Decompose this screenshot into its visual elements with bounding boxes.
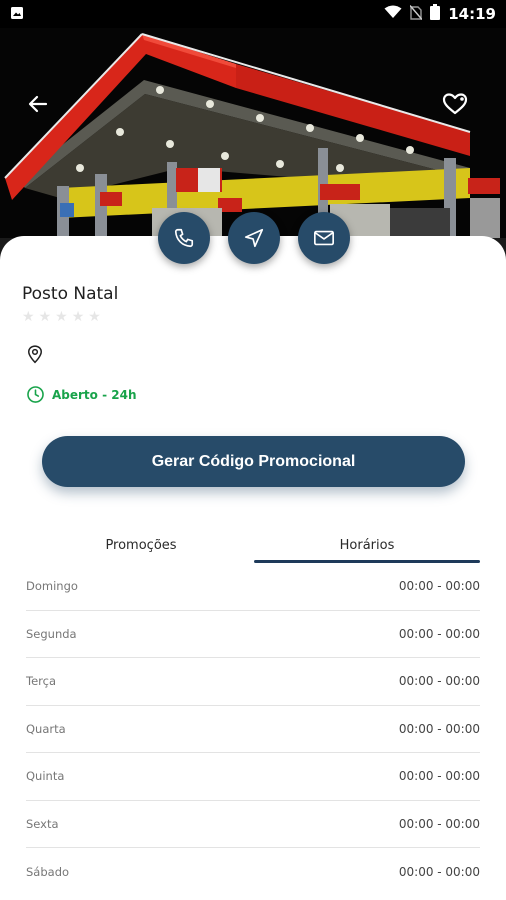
schedule-day: Segunda <box>26 626 77 641</box>
schedule-day: Quarta <box>26 721 66 736</box>
schedule-row: Quarta 00:00 - 00:00 <box>26 706 480 753</box>
arrow-left-icon <box>28 95 48 113</box>
tab-hours[interactable]: Horários <box>254 528 480 563</box>
schedule-list: Domingo 00:00 - 00:00 Segunda 00:00 - 00… <box>26 563 480 896</box>
star-icon: ★ <box>55 309 68 325</box>
schedule-row: Sexta 00:00 - 00:00 <box>26 801 480 848</box>
status-bar: 14:19 <box>0 0 506 28</box>
status-left <box>10 5 24 24</box>
heart-icon <box>442 93 468 115</box>
schedule-row: Terça 00:00 - 00:00 <box>26 658 480 706</box>
call-button[interactable] <box>158 212 210 264</box>
schedule-row: Domingo 00:00 - 00:00 <box>26 563 480 611</box>
star-icon: ★ <box>88 309 101 325</box>
star-icon: ★ <box>71 309 85 325</box>
navigation-icon <box>244 228 264 248</box>
tab-promotions[interactable]: Promoções <box>28 528 254 563</box>
hours-text: Aberto - 24h <box>52 387 137 402</box>
schedule-range: 00:00 - 00:00 <box>398 674 480 689</box>
no-sim-icon <box>409 4 423 24</box>
rating-stars: ★ ★ ★ ★ ★ <box>22 309 101 325</box>
favorite-button[interactable] <box>442 92 480 130</box>
schedule-day: Terça <box>26 674 56 689</box>
schedule-day: Sexta <box>26 816 59 831</box>
wifi-icon <box>384 5 402 23</box>
schedule-day: Quinta <box>26 769 65 784</box>
opening-hours: Aberto - 24h <box>26 385 137 404</box>
schedule-range: 00:00 - 00:00 <box>398 626 480 641</box>
mail-icon <box>314 230 334 246</box>
tab-bar: Promoções Horários <box>28 528 480 563</box>
schedule-day: Sábado <box>26 864 70 879</box>
schedule-range: 00:00 - 00:00 <box>398 769 480 784</box>
back-button[interactable] <box>28 94 64 130</box>
schedule-row: Sábado 00:00 - 00:00 <box>26 848 480 896</box>
status-time: 14:19 <box>448 5 496 23</box>
schedule-day: Domingo <box>26 579 78 594</box>
star-icon: ★ <box>22 309 35 325</box>
schedule-range: 00:00 - 00:00 <box>398 721 480 736</box>
status-right: 14:19 <box>384 4 496 24</box>
schedule-row: Segunda 00:00 - 00:00 <box>26 611 480 658</box>
schedule-range: 00:00 - 00:00 <box>398 579 480 594</box>
contact-actions <box>158 212 350 264</box>
email-button[interactable] <box>298 212 350 264</box>
phone-icon <box>174 228 194 248</box>
star-icon: ★ <box>38 309 52 325</box>
battery-icon <box>430 4 441 24</box>
clock-icon <box>27 386 44 403</box>
generate-promo-code-button[interactable]: Gerar Código Promocional <box>42 436 465 487</box>
schedule-range: 00:00 - 00:00 <box>398 816 480 831</box>
station-name: Posto Natal <box>22 284 119 304</box>
image-icon <box>10 5 24 24</box>
schedule-row: Quinta 00:00 - 00:00 <box>26 753 480 801</box>
address-row <box>25 344 53 364</box>
map-pin-icon <box>27 345 43 364</box>
schedule-range: 00:00 - 00:00 <box>398 864 480 879</box>
directions-button[interactable] <box>228 212 280 264</box>
